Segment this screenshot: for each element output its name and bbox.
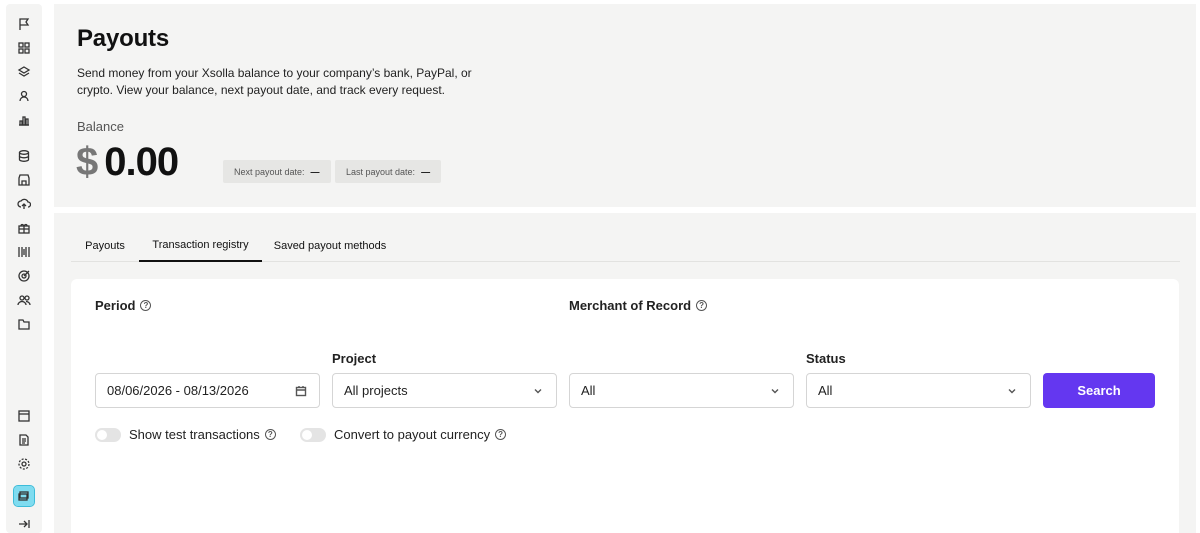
user-icon[interactable] xyxy=(14,86,34,106)
convert-currency-toggle-row: Convert to payout currency ? xyxy=(300,427,507,442)
test-transactions-toggle-row: Show test transactions ? xyxy=(95,427,276,442)
status-value: All xyxy=(818,383,833,398)
barcode-icon[interactable] xyxy=(14,242,34,262)
tab-payouts[interactable]: Payouts xyxy=(71,230,139,262)
merchant-select[interactable]: All xyxy=(569,373,794,408)
filter-panel: Period ? Merchant of Record ? Project St… xyxy=(71,279,1179,533)
period-label-text: Period xyxy=(95,298,136,313)
help-icon[interactable]: ? xyxy=(495,429,507,440)
project-label: Project xyxy=(332,351,377,366)
gift-icon[interactable] xyxy=(14,218,34,238)
browser-icon[interactable] xyxy=(14,406,34,426)
flag-icon[interactable] xyxy=(14,14,34,34)
period-label: Period ? xyxy=(95,298,152,313)
gear-icon[interactable] xyxy=(14,454,34,474)
layers-icon[interactable] xyxy=(14,62,34,82)
help-icon[interactable]: ? xyxy=(140,300,152,311)
chevron-down-icon xyxy=(532,385,544,397)
balance-label: Balance xyxy=(77,119,124,134)
help-icon[interactable]: ? xyxy=(264,429,276,440)
page-title: Payouts xyxy=(77,25,169,52)
project-value: All projects xyxy=(344,383,408,398)
next-payout-label: Next payout date: xyxy=(234,166,305,177)
payouts-header: Payouts Send money from your Xsolla bala… xyxy=(54,4,1196,207)
merchant-label-text: Merchant of Record xyxy=(569,298,692,313)
target-icon[interactable] xyxy=(14,266,34,286)
last-payout-label: Last payout date: xyxy=(346,166,416,177)
status-label: Status xyxy=(806,351,846,366)
help-icon[interactable]: ? xyxy=(696,300,708,311)
bar-chart-icon[interactable] xyxy=(14,110,34,130)
payouts-icon[interactable] xyxy=(13,485,35,507)
show-test-transactions-toggle[interactable] xyxy=(95,427,121,442)
database-icon[interactable] xyxy=(14,146,34,166)
next-payout-chip: Next payout date: — xyxy=(223,160,331,183)
show-test-transactions-label: Show test transactions xyxy=(129,427,260,442)
folder-icon[interactable] xyxy=(14,314,34,334)
sidebar xyxy=(6,4,42,533)
merchant-value: All xyxy=(581,383,596,398)
tab-transaction-registry[interactable]: Transaction registry xyxy=(139,230,262,262)
project-select[interactable]: All projects xyxy=(332,373,557,408)
period-date-range-input[interactable]: 08/06/2026 - 08/13/2026 xyxy=(95,373,320,408)
search-button[interactable]: Search xyxy=(1043,373,1155,408)
tab-saved-payout-methods[interactable]: Saved payout methods xyxy=(262,230,398,262)
balance-amount: $ 0.00 xyxy=(76,140,179,185)
last-payout-chip: Last payout date: — xyxy=(335,160,442,183)
last-payout-value: — xyxy=(421,166,431,177)
merchant-label: Merchant of Record ? xyxy=(569,298,708,313)
document-icon[interactable] xyxy=(14,430,34,450)
status-select[interactable]: All xyxy=(806,373,1031,408)
currency-symbol: $ xyxy=(76,140,99,184)
cloud-upload-icon[interactable] xyxy=(14,194,34,214)
collapse-icon[interactable] xyxy=(14,514,34,533)
calendar-icon xyxy=(295,385,307,397)
convert-currency-toggle[interactable] xyxy=(300,427,326,442)
balance-value: 0.00 xyxy=(104,140,179,184)
period-value: 08/06/2026 - 08/13/2026 xyxy=(107,383,249,398)
grid-icon[interactable] xyxy=(14,38,34,58)
next-payout-value: — xyxy=(310,166,320,177)
convert-currency-label: Convert to payout currency xyxy=(334,427,491,442)
main-content: Payouts Transaction registry Saved payou… xyxy=(54,213,1196,533)
store-icon[interactable] xyxy=(14,170,34,190)
chevron-down-icon xyxy=(1006,385,1018,397)
chevron-down-icon xyxy=(769,385,781,397)
users-icon[interactable] xyxy=(14,290,34,310)
tab-bar: Payouts Transaction registry Saved payou… xyxy=(71,230,1180,262)
page-description: Send money from your Xsolla balance to y… xyxy=(77,66,472,97)
